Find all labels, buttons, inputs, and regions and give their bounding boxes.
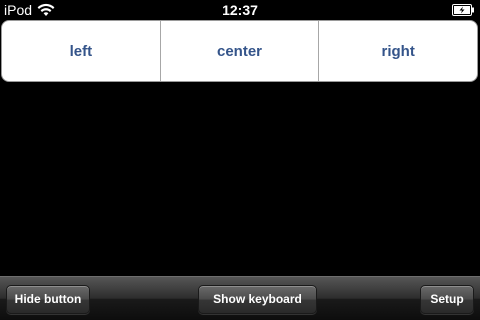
segment-center[interactable]: center xyxy=(159,21,319,81)
screen: iPod 12:37 left center right Hide button… xyxy=(0,0,480,320)
hide-button[interactable]: Hide button xyxy=(6,285,90,314)
segmented-control: left center right xyxy=(1,20,478,82)
status-bar: iPod 12:37 xyxy=(0,0,480,20)
battery-charging-icon xyxy=(452,4,474,16)
setup-button[interactable]: Setup xyxy=(420,285,474,314)
segment-right[interactable]: right xyxy=(318,21,477,81)
segment-left[interactable]: left xyxy=(2,21,160,81)
show-keyboard-button[interactable]: Show keyboard xyxy=(198,285,317,314)
status-time: 12:37 xyxy=(222,2,258,18)
bottom-toolbar: Hide button Show keyboard Setup xyxy=(0,276,480,320)
